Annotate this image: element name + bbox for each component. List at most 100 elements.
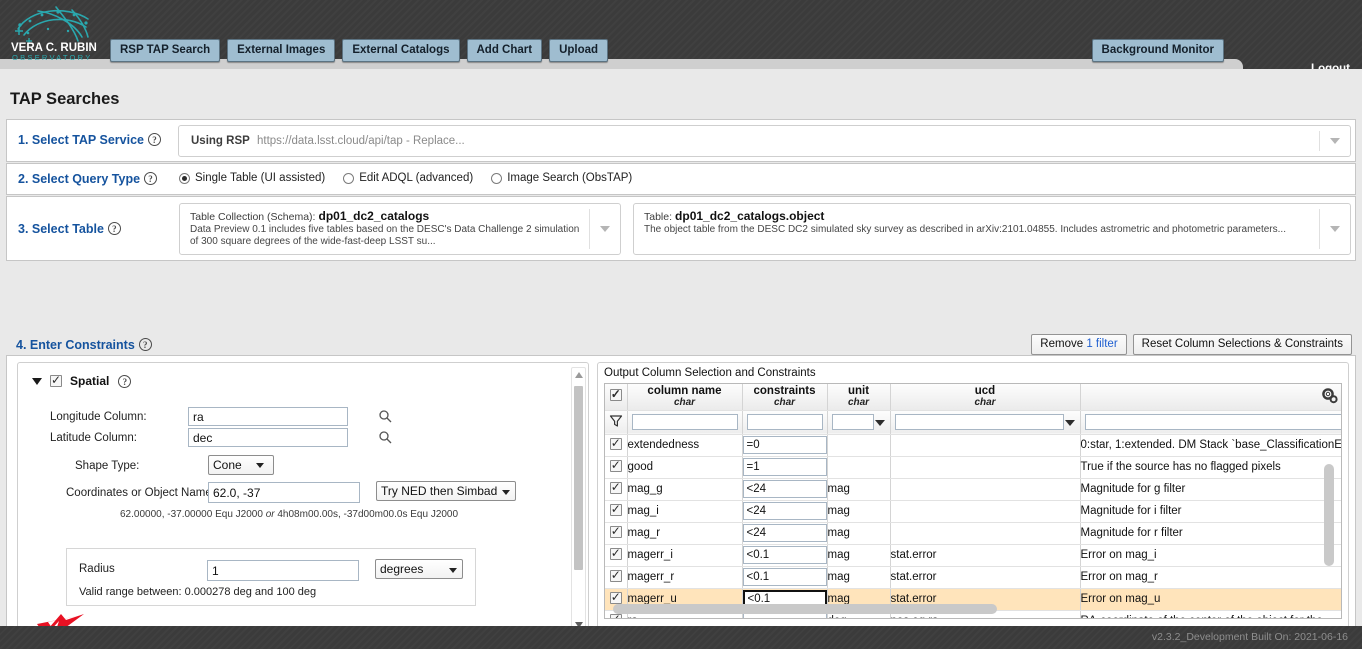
chevron-down-icon-schema[interactable] <box>600 226 610 232</box>
longitude-column-input[interactable] <box>188 407 348 426</box>
chevron-down-icon-table[interactable] <box>1330 226 1340 232</box>
cell-constraints[interactable] <box>742 478 828 501</box>
row-checkbox[interactable] <box>609 590 622 604</box>
row-checkbox[interactable] <box>609 524 622 538</box>
th-ucd[interactable]: ucd char <box>890 384 1081 411</box>
row-checkbox-cell[interactable] <box>605 478 628 501</box>
filter-funnel-icon[interactable] <box>609 414 623 431</box>
radio-indicator-image-search[interactable] <box>491 172 503 184</box>
coordinates-input[interactable] <box>208 482 360 503</box>
chevron-down-icon-filter-unit[interactable] <box>874 419 885 426</box>
nav-rsp-tap-search[interactable]: RSP TAP Search <box>110 39 221 62</box>
filter-cell-ucd[interactable] <box>890 410 1081 435</box>
filter-input-unit[interactable] <box>831 414 874 430</box>
scrollbar-thumb[interactable] <box>574 386 583 570</box>
th-unit[interactable]: unit char <box>827 384 891 411</box>
table-row[interactable]: mag_g mag Magnitude for g filter <box>605 478 1341 501</box>
schema-select[interactable]: Table Collection (Schema): dp01_dc2_catal… <box>179 203 621 255</box>
th-description[interactable]: description char <box>1080 384 1341 411</box>
filter-cell-unit[interactable] <box>827 410 891 435</box>
nav-external-images[interactable]: External Images <box>227 39 336 62</box>
chevron-down-icon-filter-ucd[interactable] <box>1064 419 1075 426</box>
radio-indicator-single-table[interactable] <box>179 172 190 184</box>
row-checkbox-cell[interactable] <box>605 456 628 479</box>
help-icon-step3[interactable]: ? <box>107 222 121 235</box>
help-icon-spatial[interactable]: ? <box>118 374 132 388</box>
row-checkbox[interactable] <box>609 568 622 582</box>
scroll-up-arrow-icon[interactable] <box>574 372 583 378</box>
row-checkbox-cell[interactable] <box>605 522 628 545</box>
constraint-input[interactable] <box>742 546 827 564</box>
radius-input[interactable] <box>207 560 359 581</box>
spatial-enable-checkbox[interactable] <box>50 373 62 387</box>
help-icon-step1[interactable]: ? <box>148 133 162 146</box>
cell-constraints[interactable] <box>742 500 828 523</box>
cell-constraints[interactable] <box>742 522 828 545</box>
latitude-column-input[interactable] <box>188 428 348 447</box>
table-row[interactable]: magerr_i magstat.errorError on mag_i <box>605 544 1341 567</box>
output-table-vertical-scrollbar[interactable] <box>1324 448 1334 582</box>
select-all-checkbox[interactable] <box>609 387 622 402</box>
row-checkbox[interactable] <box>609 458 622 472</box>
table-row[interactable]: magerr_r magstat.errorError on mag_r <box>605 566 1341 589</box>
filter-cell-constraints[interactable] <box>742 410 828 435</box>
tap-service-select[interactable]: Using RSP https://data.lsst.cloud/api/ta… <box>178 125 1351 157</box>
nav-add-chart[interactable]: Add Chart <box>466 39 543 62</box>
background-monitor-button[interactable]: Background Monitor <box>1091 39 1224 62</box>
shape-type-select[interactable]: ConeElliptical ConeBoxPolygonMulti Objec… <box>208 455 274 475</box>
help-icon-step2[interactable]: ? <box>144 172 158 185</box>
constraint-input[interactable] <box>742 524 827 542</box>
nav-external-catalogs[interactable]: External Catalogs <box>342 39 460 62</box>
row-checkbox-cell[interactable] <box>605 500 628 523</box>
row-checkbox[interactable] <box>609 480 622 494</box>
row-checkbox-cell[interactable] <box>605 544 628 567</box>
row-checkbox[interactable] <box>609 436 622 450</box>
row-checkbox-cell[interactable] <box>605 434 628 457</box>
filter-icon-cell[interactable] <box>605 410 628 435</box>
spatial-panel-scrollbar[interactable] <box>571 367 586 633</box>
nav-upload[interactable]: Upload <box>549 39 609 62</box>
table-row[interactable]: mag_i mag Magnitude for i filter <box>605 500 1341 523</box>
collapse-triangle-icon[interactable] <box>32 377 42 385</box>
radio-edit-adql[interactable]: Edit ADQL (advanced) <box>343 172 473 184</box>
table-row[interactable]: extendedness 0:star, 1:extended. DM Stack… <box>605 434 1341 457</box>
filter-input-constraints[interactable] <box>746 414 823 430</box>
search-icon-latitude[interactable] <box>378 430 392 444</box>
row-checkbox[interactable] <box>609 612 622 618</box>
remove-filter-button[interactable]: Remove 1 filter <box>1031 334 1127 355</box>
constraint-input[interactable] <box>742 480 827 498</box>
constraint-input[interactable] <box>742 568 827 586</box>
radio-image-search[interactable]: Image Search (ObsTAP) <box>491 172 632 184</box>
filter-input-ucd[interactable] <box>894 414 1064 430</box>
filter-input-description[interactable] <box>1084 414 1341 430</box>
reset-columns-button[interactable]: Reset Column Selections & Constraints <box>1132 334 1352 355</box>
row-checkbox[interactable] <box>609 502 622 516</box>
select-all-checkbox-cell[interactable] <box>605 384 628 411</box>
output-table-vscroll-thumb[interactable] <box>1324 464 1334 566</box>
output-table-hscroll-thumb[interactable] <box>613 604 998 614</box>
table-row[interactable]: mag_r mag Magnitude for r filter <box>605 522 1341 545</box>
row-checkbox[interactable] <box>609 546 622 560</box>
help-icon-step4[interactable]: ? <box>138 338 152 351</box>
filter-cell-description[interactable] <box>1080 410 1341 435</box>
th-constraints[interactable]: constraints char <box>742 384 828 411</box>
radio-indicator-edit-adql[interactable] <box>343 172 355 184</box>
search-icon-longitude[interactable] <box>378 409 392 423</box>
settings-gear-icon[interactable] <box>1321 387 1338 404</box>
cell-constraints[interactable] <box>742 566 828 589</box>
resolver-select[interactable]: Try NED then SimbadTry Simbad then NEDNE… <box>376 481 516 501</box>
cell-constraints[interactable] <box>742 434 828 457</box>
table-select[interactable]: Table: dp01_dc2_catalogs.object The objec… <box>633 203 1351 255</box>
table-row[interactable]: good True if the source has no flagged pi… <box>605 456 1341 479</box>
radio-single-table[interactable]: Single Table (UI assisted) <box>179 172 325 184</box>
filter-input-column-name[interactable] <box>631 414 738 430</box>
cell-constraints[interactable] <box>742 456 828 479</box>
constraint-input[interactable] <box>742 458 827 476</box>
radius-unit-select[interactable]: degreesarcminutesarcseconds <box>375 559 463 579</box>
constraint-input[interactable] <box>742 502 827 520</box>
chevron-down-icon-tap-service[interactable] <box>1330 138 1340 144</box>
th-column-name[interactable]: column name char <box>627 384 743 411</box>
cell-constraints[interactable] <box>742 544 828 567</box>
constraint-input[interactable] <box>742 436 827 454</box>
filter-cell-column-name[interactable] <box>627 410 743 435</box>
